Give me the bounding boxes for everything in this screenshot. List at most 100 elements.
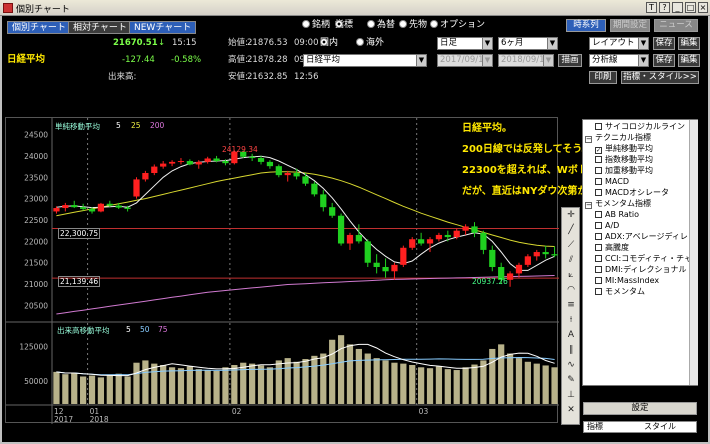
radio-domestic[interactable]: 国内 (320, 38, 338, 49)
checkbox-icon[interactable] (595, 211, 602, 218)
analysis-edit-button[interactable]: 編集 (678, 54, 700, 67)
checkbox-icon[interactable] (595, 255, 602, 262)
radio-stock[interactable]: 銘柄 (302, 20, 330, 31)
checkbox-icon[interactable] (595, 222, 602, 229)
interval-select[interactable]: 日足 ▼ (437, 37, 493, 50)
volume-title: 出来高移動平均 (57, 326, 110, 335)
panel-scrollbar[interactable] (689, 120, 698, 385)
indicator-item[interactable]: 指数移動平均 (595, 155, 653, 165)
radio-forex[interactable]: 為替 (367, 20, 395, 31)
cycle-tool-icon[interactable]: ∥ (564, 344, 578, 357)
volume-bar (231, 365, 238, 404)
radio-options[interactable]: オプション (430, 20, 485, 31)
trend-tool-icon[interactable]: ⟋ (564, 239, 578, 252)
layout-select[interactable]: レイアウト ▼ (589, 37, 649, 50)
radio-index[interactable]: 指標 (335, 20, 353, 31)
timeseries-button[interactable]: 時系列 (566, 19, 606, 32)
ruler-tool-icon[interactable]: ⊥ (564, 389, 578, 402)
volume-bar (213, 370, 220, 404)
volume-bar (426, 368, 434, 404)
pen-tool-icon[interactable]: ✎ (564, 374, 578, 387)
indicator-item[interactable]: MACD (595, 177, 629, 187)
fan-tool-icon[interactable]: ⟀ (564, 269, 578, 282)
indicator-item[interactable]: モメンタム (595, 287, 645, 297)
cursor-tool-icon[interactable]: ✛ (564, 209, 578, 222)
indicator-item[interactable]: 加重移動平均 (595, 166, 653, 176)
checkbox-icon[interactable]: ✓ (595, 147, 602, 154)
text-tool-icon[interactable]: A (564, 329, 578, 342)
channel-tool-icon[interactable]: ⫽ (564, 254, 578, 267)
indicator-item[interactable]: ✓ 単純移動平均 (595, 144, 653, 154)
fibonacci-tool-icon[interactable]: ≡ (564, 299, 578, 312)
wave-tool-icon[interactable]: ∿ (564, 359, 578, 372)
ma-period-200: 200 (150, 121, 165, 130)
last-time: 15:15 (172, 38, 197, 48)
checkbox-icon[interactable] (595, 266, 602, 273)
maximize-button[interactable]: □ (685, 2, 696, 13)
indicator-item[interactable]: DMI:ディレクショナル (595, 265, 687, 275)
index-select[interactable]: 日経平均 ▼ (303, 54, 427, 67)
close-button[interactable]: × (698, 2, 708, 13)
tab-new-chart[interactable]: NEWチャート (129, 21, 197, 34)
volume-bar (124, 376, 131, 404)
checkbox-icon[interactable] (595, 178, 602, 185)
volume-bar (489, 348, 496, 404)
checkbox-icon[interactable] (595, 123, 602, 130)
settings-button[interactable]: 設定 (583, 402, 697, 415)
indicator-item[interactable]: 高騰度 (595, 243, 629, 253)
draw-button[interactable]: 描画 (558, 54, 582, 67)
radio-futures[interactable]: 先物 (399, 20, 427, 31)
chevron-down-icon: ▼ (638, 55, 648, 66)
checkbox-icon[interactable] (595, 167, 602, 174)
volume-bar (382, 360, 389, 404)
volume-bar (453, 370, 460, 404)
minimize-button[interactable]: _ (672, 2, 683, 13)
indicator-group[interactable]: − モメンタム指標 (585, 199, 651, 209)
collapse-icon[interactable]: − (585, 202, 592, 209)
date-from[interactable]: 2017/09/18 ▼ (437, 54, 493, 67)
print-button[interactable]: 印刷 (589, 71, 617, 84)
help-button[interactable]: T (646, 2, 657, 13)
indicator-group[interactable]: − テクニカル指標 (585, 133, 651, 143)
eraser-tool-icon[interactable]: ✕ (564, 404, 578, 417)
indicator-item[interactable]: AB Ratio (595, 210, 639, 220)
indicator-item[interactable]: サイコロジカルライン (595, 122, 685, 132)
checkbox-icon[interactable] (595, 288, 602, 295)
candle-body (284, 173, 291, 176)
checkbox-icon[interactable] (595, 277, 602, 284)
indicator-style-button[interactable]: 指標・スタイル>> (621, 71, 699, 84)
arc-tool-icon[interactable]: ◠ (564, 284, 578, 297)
tab-individual-chart[interactable]: 個別チャート (7, 21, 71, 34)
checkbox-icon[interactable] (595, 233, 602, 240)
gann-tool-icon[interactable]: ⟊ (564, 314, 578, 327)
indicator-list[interactable]: サイコロジカルライン − テクニカル指標 ✓ 単純移動平均 指数移動平均 加重移動平均 MAC… (582, 119, 698, 386)
checkbox-icon[interactable] (595, 244, 602, 251)
radio-overseas[interactable]: 海外 (356, 38, 384, 49)
checkbox-icon[interactable] (595, 156, 602, 163)
analysis-save-button[interactable]: 保存 (653, 54, 675, 67)
open-value: 21876.53 (247, 38, 288, 48)
layout-save-button[interactable]: 保存 (653, 37, 675, 50)
volume-bar (240, 362, 247, 404)
volume-bar (533, 363, 540, 404)
range-select[interactable]: 6ヶ月 ▼ (498, 37, 558, 50)
indicator-item[interactable]: MACDオシレータ (595, 188, 669, 198)
collapse-icon[interactable]: − (585, 136, 592, 143)
indicator-item[interactable]: A/D (595, 221, 619, 231)
indicator-item[interactable]: CCI:コモディティ・チャ (595, 254, 692, 264)
layout-edit-button[interactable]: 編集 (678, 37, 700, 50)
indicator-item[interactable]: MI:MassIndex (595, 276, 659, 286)
volume-bar (53, 371, 60, 404)
news-button[interactable]: ニュース (654, 19, 698, 32)
indicator-label: モメンタム指標 (595, 199, 651, 208)
help-icon[interactable]: ? (659, 2, 670, 13)
checkbox-icon[interactable] (595, 189, 602, 196)
tab-relative-chart[interactable]: 相対チャート (68, 21, 132, 34)
candle-body (160, 163, 167, 167)
indicator-item[interactable]: ADX:アベレージディレ (595, 232, 688, 242)
candle-body (364, 241, 371, 263)
date-to[interactable]: 2018/09/18 ▼ (498, 54, 554, 67)
analysis-line-select[interactable]: 分析線 ▼ (589, 54, 649, 67)
period-settings-button[interactable]: 期間設定 (610, 19, 650, 32)
line-tool-icon[interactable]: ╱ (564, 224, 578, 237)
